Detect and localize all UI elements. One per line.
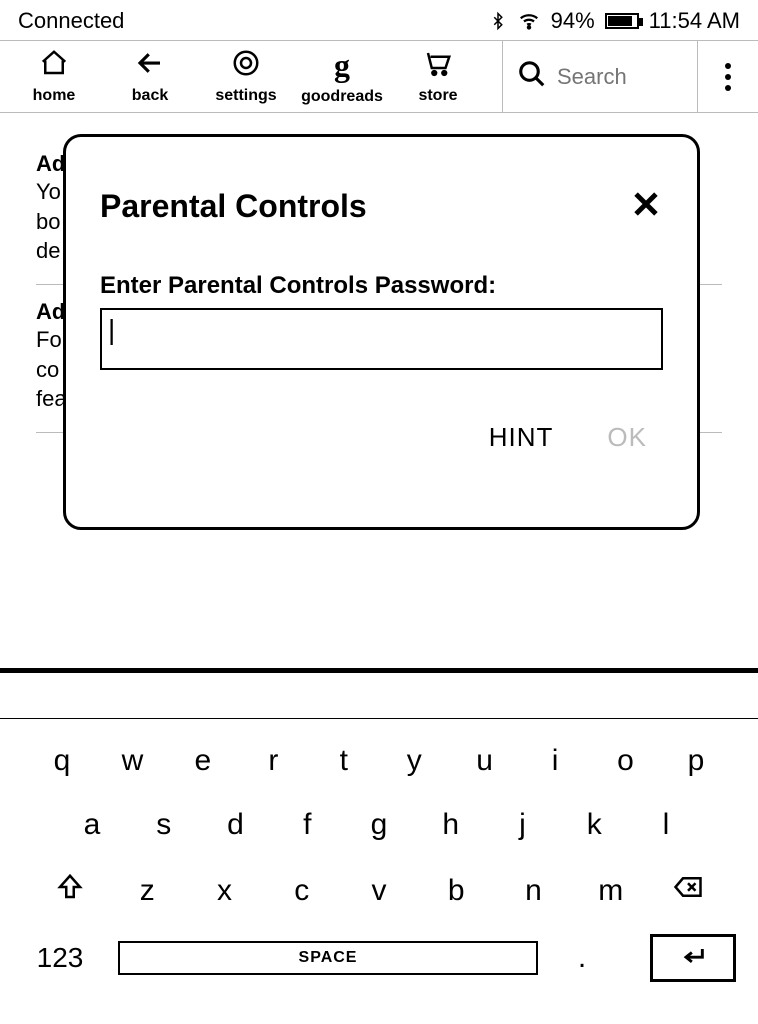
hint-button[interactable]: HINT	[489, 422, 554, 453]
status-right: 94% 11:54 AM	[489, 8, 740, 34]
on-screen-keyboard: q w e r t y u i o p a s d f g h j k l z …	[0, 732, 758, 1012]
keyboard-row: z x c v b n m	[22, 872, 736, 910]
key-k[interactable]: k	[568, 808, 620, 842]
goodreads-label: goodreads	[301, 88, 383, 106]
backspace-icon	[671, 876, 705, 909]
key-r[interactable]: r	[247, 744, 299, 778]
key-h[interactable]: h	[425, 808, 477, 842]
key-z[interactable]: z	[121, 874, 173, 908]
key-numeric[interactable]: 123	[22, 942, 98, 974]
settings-label: settings	[215, 87, 276, 105]
dialog-title: Parental Controls	[100, 188, 367, 225]
key-c[interactable]: c	[276, 874, 328, 908]
toolbar: home back settings g goodreads store	[0, 41, 758, 113]
key-b[interactable]: b	[430, 874, 482, 908]
close-icon	[629, 208, 663, 225]
key-l[interactable]: l	[640, 808, 692, 842]
key-period[interactable]: .	[558, 941, 606, 975]
key-y[interactable]: y	[388, 744, 440, 778]
keyboard-row: a s d f g h j k l	[22, 808, 736, 842]
key-j[interactable]: j	[497, 808, 549, 842]
back-label: back	[132, 87, 168, 105]
cart-icon	[423, 48, 453, 83]
key-m[interactable]: m	[585, 874, 637, 908]
gear-icon	[231, 48, 261, 83]
kebab-icon	[725, 63, 731, 91]
divider	[0, 718, 758, 719]
bluetooth-icon	[489, 10, 507, 32]
key-enter[interactable]	[650, 934, 736, 982]
menu-button[interactable]	[698, 41, 758, 112]
search-input[interactable]	[557, 64, 683, 90]
goodreads-icon: g	[334, 47, 350, 84]
search-area[interactable]	[502, 41, 698, 112]
key-u[interactable]: u	[459, 744, 511, 778]
key-e[interactable]: e	[177, 744, 229, 778]
key-v[interactable]: v	[353, 874, 405, 908]
key-t[interactable]: t	[318, 744, 370, 778]
key-n[interactable]: n	[508, 874, 560, 908]
store-button[interactable]: store	[390, 41, 486, 113]
key-x[interactable]: x	[199, 874, 251, 908]
key-a[interactable]: a	[66, 808, 118, 842]
password-input[interactable]	[100, 308, 663, 370]
divider	[0, 668, 758, 673]
close-button[interactable]	[629, 187, 663, 226]
goodreads-button[interactable]: g goodreads	[294, 41, 390, 113]
search-icon	[517, 59, 547, 94]
status-bar: Connected 94% 11:54 AM	[0, 0, 758, 41]
key-f[interactable]: f	[281, 808, 333, 842]
keyboard-row: 123 SPACE .	[22, 934, 736, 982]
keyboard-row: q w e r t y u i o p	[22, 744, 736, 778]
key-p[interactable]: p	[670, 744, 722, 778]
back-arrow-icon	[135, 48, 165, 83]
key-g[interactable]: g	[353, 808, 405, 842]
key-s[interactable]: s	[138, 808, 190, 842]
password-label: Enter Parental Controls Password:	[100, 272, 663, 300]
home-icon	[39, 48, 69, 83]
ok-button[interactable]: OK	[607, 422, 647, 453]
battery-icon	[605, 13, 639, 29]
store-label: store	[418, 87, 457, 105]
back-button[interactable]: back	[102, 41, 198, 113]
battery-percent: 94%	[551, 8, 595, 34]
wifi-icon	[517, 10, 541, 32]
key-q[interactable]: q	[36, 744, 88, 778]
clock: 11:54 AM	[649, 8, 740, 34]
key-backspace[interactable]	[662, 872, 714, 910]
key-d[interactable]: d	[210, 808, 262, 842]
settings-button[interactable]: settings	[198, 41, 294, 113]
enter-icon	[676, 942, 710, 975]
home-label: home	[33, 87, 76, 105]
parental-controls-dialog: Parental Controls Enter Parental Control…	[63, 134, 700, 530]
shift-icon	[53, 876, 87, 909]
key-i[interactable]: i	[529, 744, 581, 778]
key-w[interactable]: w	[106, 744, 158, 778]
key-shift[interactable]	[44, 872, 96, 910]
home-button[interactable]: home	[6, 41, 102, 113]
key-o[interactable]: o	[600, 744, 652, 778]
text-cursor: |	[108, 314, 115, 346]
key-space[interactable]: SPACE	[118, 941, 538, 975]
connection-status: Connected	[18, 8, 124, 34]
